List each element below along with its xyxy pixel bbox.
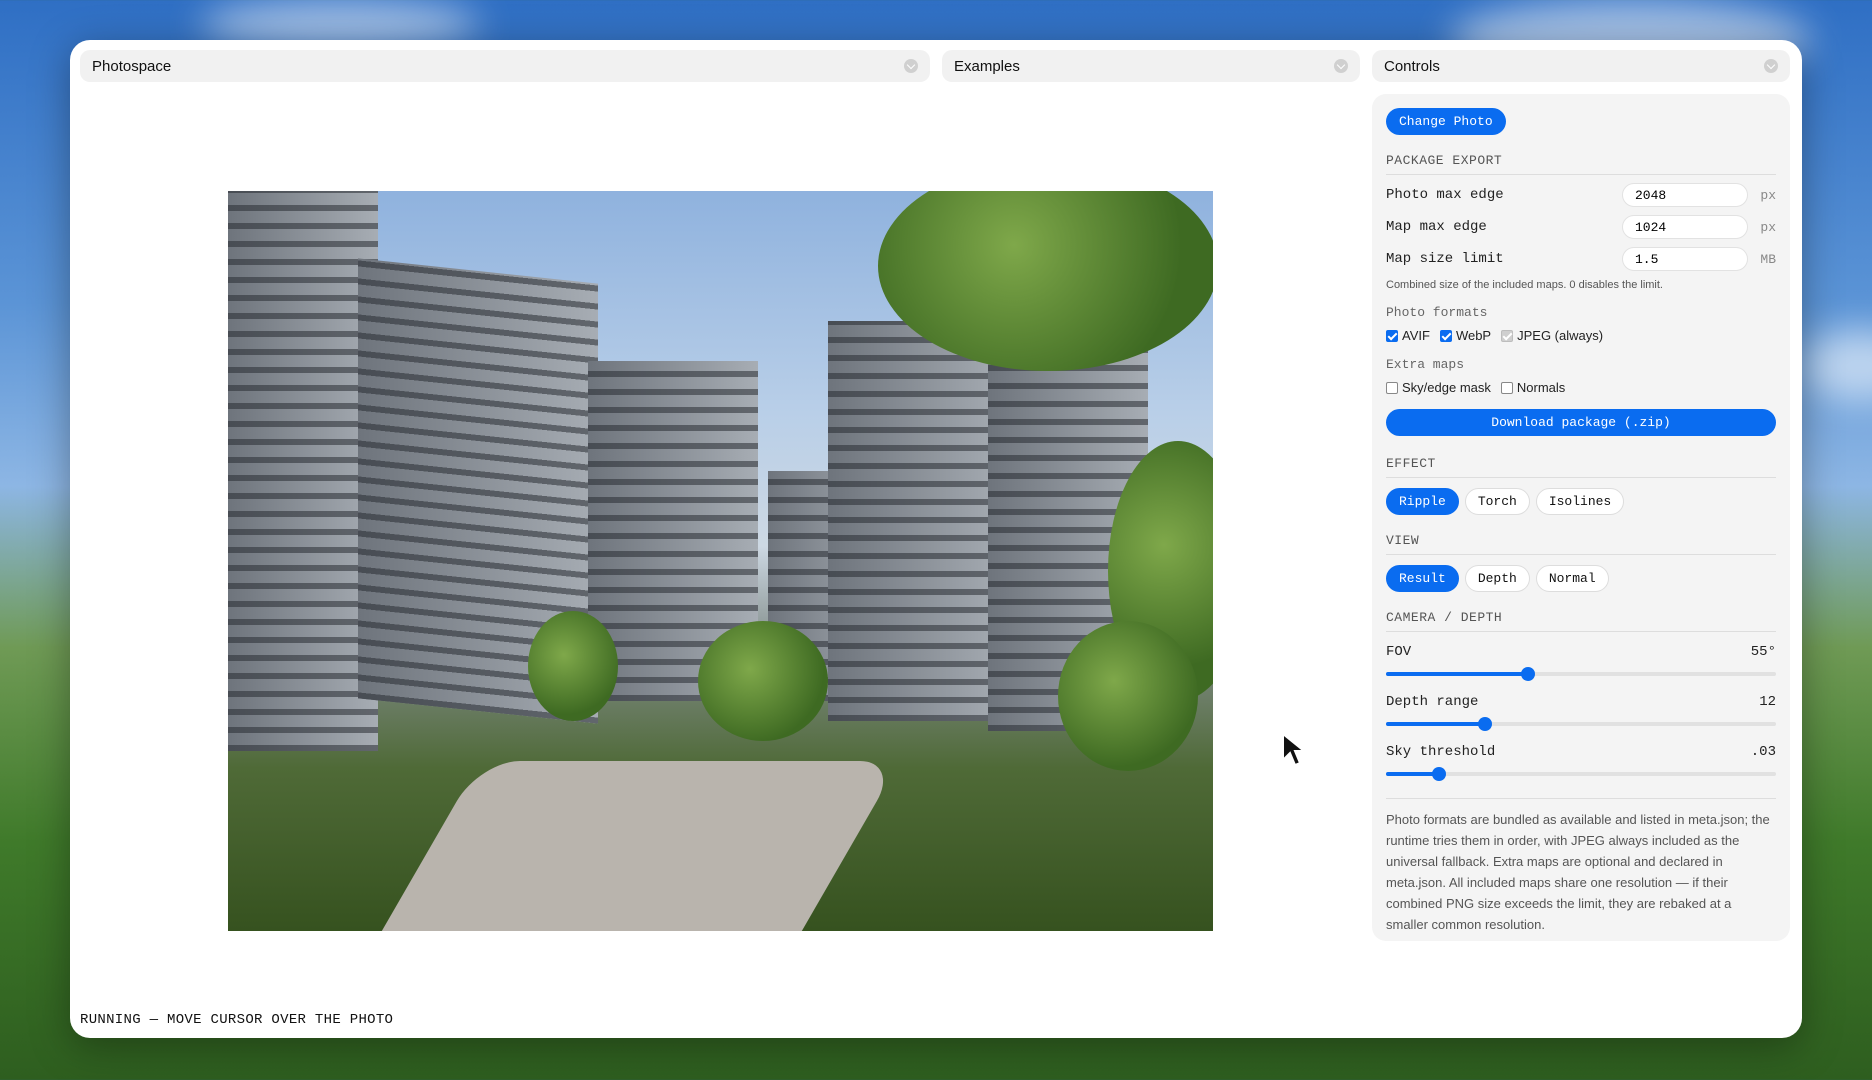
sky-threshold-label: Sky threshold [1386, 744, 1496, 760]
photo-formats-checks: AVIF WebP JPEG (always) [1386, 328, 1776, 343]
effect-ripple-button[interactable]: Ripple [1386, 488, 1459, 515]
controls-panel: Change Photo PACKAGE EXPORT Photo max ed… [1372, 94, 1790, 941]
depth-range-slider-row: Depth range 12 [1386, 694, 1776, 731]
download-package-button[interactable]: Download package (.zip) [1386, 409, 1776, 436]
view-depth-button[interactable]: Depth [1464, 565, 1530, 592]
fov-slider-row: FOV 55° [1386, 644, 1776, 681]
effect-title: EFFECT [1386, 456, 1776, 478]
map-max-edge-unit: px [1760, 219, 1776, 235]
effect-segmented: Ripple Torch Isolines [1386, 488, 1776, 515]
camera-depth-title: CAMERA / DEPTH [1386, 610, 1776, 632]
map-size-limit-input[interactable] [1622, 247, 1748, 271]
map-max-edge-label: Map max edge [1386, 219, 1487, 235]
fov-value: 55° [1750, 644, 1776, 660]
sky-threshold-slider-fill [1386, 772, 1439, 776]
photo-building [228, 191, 378, 751]
map-size-limit-row: Map size limit MB [1386, 247, 1776, 271]
mouse-cursor-icon [1282, 732, 1307, 767]
photo-formats-label: Photo formats [1386, 305, 1488, 320]
photo-max-edge-label: Photo max edge [1386, 187, 1504, 203]
checkbox-checked-icon[interactable] [1386, 329, 1398, 342]
photo-max-edge-input[interactable] [1622, 183, 1748, 207]
map-size-limit-unit: MB [1760, 251, 1776, 267]
normals-label: Normals [1516, 380, 1566, 395]
photo-tree [1058, 621, 1198, 771]
avif-checkbox[interactable]: AVIF [1386, 328, 1430, 343]
package-export-title: PACKAGE EXPORT [1386, 153, 1776, 175]
map-max-edge-row: Map max edge px [1386, 215, 1776, 239]
status-text: RUNNING — MOVE CURSOR OVER THE PHOTO [80, 1012, 394, 1028]
sky-edge-mask-checkbox[interactable]: Sky/edge mask [1386, 380, 1491, 395]
sky-threshold-slider[interactable] [1386, 767, 1776, 781]
normals-checkbox[interactable]: Normals [1500, 380, 1566, 395]
background-cloud [1800, 330, 1872, 400]
examples-title: Examples [954, 57, 1020, 75]
effect-torch-button[interactable]: Torch [1464, 488, 1530, 515]
photospace-pane-header[interactable]: Photospace [80, 50, 930, 82]
checkbox-unchecked-icon[interactable] [1500, 381, 1513, 394]
webp-label: WebP [1455, 328, 1492, 343]
fov-label: FOV [1386, 644, 1412, 660]
photo-path [376, 761, 900, 931]
photo-canvas[interactable] [228, 191, 1213, 931]
photo-max-edge-row: Photo max edge px [1386, 183, 1776, 207]
change-photo-button[interactable]: Change Photo [1386, 108, 1506, 135]
jpeg-label: JPEG (always) [1517, 328, 1604, 343]
view-title: VIEW [1386, 533, 1776, 555]
fov-slider-thumb[interactable] [1521, 667, 1536, 681]
map-size-hint: Combined size of the included maps. 0 di… [1386, 279, 1663, 291]
checkbox-disabled-icon [1501, 329, 1514, 342]
map-max-edge-input[interactable] [1622, 215, 1748, 239]
sky-threshold-value: .03 [1750, 744, 1776, 760]
photo-building [828, 321, 1008, 721]
formats-note: Photo formats are bundled as available a… [1386, 798, 1776, 935]
photo-tree [528, 611, 618, 721]
checkbox-unchecked-icon[interactable] [1386, 381, 1398, 394]
photo-tree [698, 621, 828, 741]
sky-threshold-slider-thumb[interactable] [1431, 767, 1446, 781]
view-segmented: Result Depth Normal [1386, 565, 1776, 592]
sky-edge-mask-label: Sky/edge mask [1402, 380, 1491, 395]
avif-label: AVIF [1402, 328, 1430, 343]
photospace-title: Photospace [92, 57, 172, 75]
app-window: Photospace Examples Controls RUNNING — M… [70, 40, 1802, 1038]
webp-checkbox[interactable]: WebP [1439, 328, 1492, 343]
depth-range-label: Depth range [1386, 694, 1479, 710]
checkbox-checked-icon[interactable] [1439, 329, 1452, 342]
photo-max-edge-unit: px [1760, 187, 1776, 203]
depth-range-slider[interactable] [1386, 717, 1776, 731]
view-result-button[interactable]: Result [1386, 565, 1459, 592]
collapse-icon[interactable] [904, 59, 918, 73]
map-size-limit-label: Map size limit [1386, 251, 1504, 267]
collapse-icon[interactable] [1334, 59, 1348, 73]
controls-title: Controls [1384, 57, 1440, 75]
jpeg-checkbox: JPEG (always) [1501, 328, 1603, 343]
fov-slider-fill [1386, 672, 1529, 676]
view-normal-button[interactable]: Normal [1535, 565, 1609, 592]
depth-range-slider-fill [1386, 722, 1486, 726]
collapse-icon[interactable] [1764, 59, 1778, 73]
extra-maps-label: Extra maps [1386, 357, 1465, 372]
depth-range-value: 12 [1759, 694, 1776, 710]
fov-slider[interactable] [1386, 667, 1776, 681]
examples-pane-header[interactable]: Examples [942, 50, 1360, 82]
extra-maps-checks: Sky/edge mask Normals [1386, 380, 1776, 395]
effect-isolines-button[interactable]: Isolines [1535, 488, 1625, 515]
controls-pane-header[interactable]: Controls [1372, 50, 1790, 82]
sky-threshold-slider-row: Sky threshold .03 [1386, 744, 1776, 781]
depth-range-slider-thumb[interactable] [1478, 717, 1493, 731]
